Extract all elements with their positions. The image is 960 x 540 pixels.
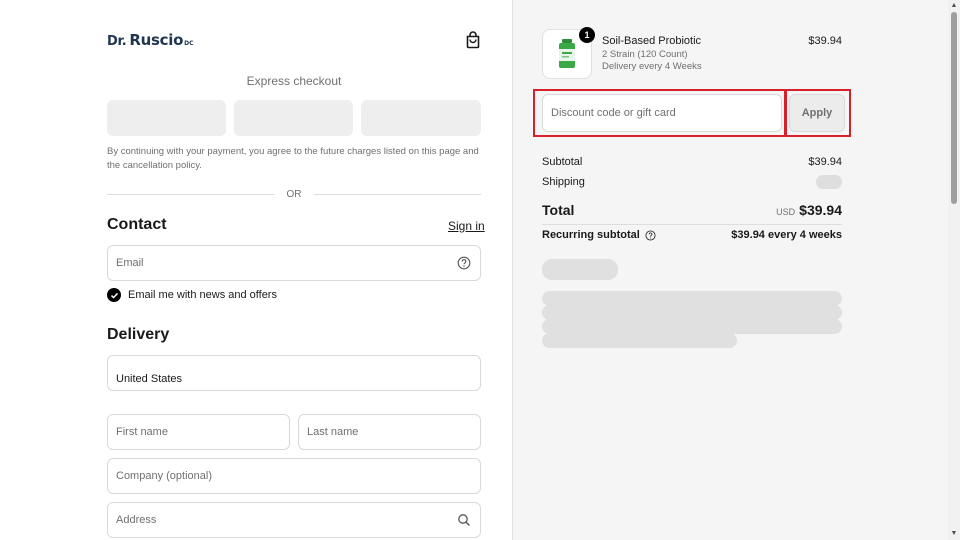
express-agreement-text: By continuing with your payment, you agr… <box>107 146 479 171</box>
loading-skeleton-line <box>542 291 842 306</box>
loading-skeleton-line <box>542 305 842 320</box>
product-price: $39.94 <box>808 35 842 47</box>
country-select[interactable]: United States <box>107 355 481 391</box>
email-input[interactable] <box>108 246 480 280</box>
product-delivery-frequency: Delivery every 4 Weeks <box>602 61 702 72</box>
loading-skeleton-line <box>542 333 737 348</box>
product-variant: 2 Strain (120 Count) <box>602 49 688 60</box>
divider-line <box>107 193 275 195</box>
shipping-loading-placeholder <box>816 175 842 189</box>
express-checkout-title: Express checkout <box>246 74 342 88</box>
scroll-down-arrow-icon[interactable]: ▼ <box>950 530 958 538</box>
first-name-field <box>107 414 290 450</box>
newsletter-option[interactable]: Email me with news and offers <box>107 288 277 302</box>
shipping-row: Shipping <box>542 175 842 189</box>
contact-heading: Contact <box>107 216 167 233</box>
express-pay-button-2[interactable] <box>234 100 353 136</box>
total-currency: USD <box>776 207 796 217</box>
recurring-subtotal-label: Recurring subtotal <box>542 229 640 241</box>
shipping-label: Shipping <box>542 176 585 188</box>
divider-line <box>313 193 481 195</box>
logo-suffix: DC <box>184 40 194 47</box>
total-value-group: USD $39.94 <box>776 202 842 218</box>
discount-field-wrapper <box>542 94 782 132</box>
shopping-bag-icon[interactable] <box>464 31 482 49</box>
apply-discount-button[interactable]: Apply <box>789 94 845 132</box>
product-bottle-image <box>559 39 575 68</box>
company-field <box>107 458 481 494</box>
express-pay-button-3[interactable] <box>361 100 481 136</box>
checkout-form-panel: Dr. Ruscio DC Express checkout By contin… <box>0 0 512 540</box>
subtotal-row: Subtotal $39.94 <box>542 156 842 168</box>
subtotal-value: $39.94 <box>808 156 842 168</box>
newsletter-label: Email me with news and offers <box>128 289 277 301</box>
recurring-label-group: Recurring subtotal <box>542 229 656 241</box>
help-circle-icon[interactable] <box>645 229 656 241</box>
total-row: Total USD $39.94 <box>542 202 842 218</box>
loading-skeleton-line <box>542 319 842 334</box>
last-name-field <box>298 414 481 450</box>
sign-in-link[interactable]: Sign in <box>448 219 485 233</box>
summary-divider <box>542 224 842 225</box>
scrollbar-thumb[interactable] <box>951 12 957 204</box>
last-name-input[interactable] <box>299 415 480 449</box>
logo-dr: Dr. <box>107 34 127 49</box>
scroll-up-arrow-icon[interactable]: ▲ <box>950 2 958 10</box>
discount-code-input[interactable] <box>543 95 781 131</box>
recurring-subtotal-row: Recurring subtotal $39.94 every 4 weeks <box>542 229 842 241</box>
brand-logo[interactable]: Dr. Ruscio DC <box>107 31 193 49</box>
total-label: Total <box>542 202 575 218</box>
total-amount: $39.94 <box>799 202 842 218</box>
page-scrollbar[interactable]: ▲ ▼ <box>948 0 960 540</box>
help-circle-icon[interactable] <box>457 256 471 270</box>
country-value: United States <box>116 373 183 385</box>
product-name: Soil-Based Probiotic <box>602 35 702 47</box>
quantity-badge: 1 <box>579 27 595 43</box>
or-text: OR <box>286 188 302 200</box>
express-pay-button-1[interactable] <box>107 100 226 136</box>
subtotal-label: Subtotal <box>542 156 583 168</box>
company-input[interactable] <box>108 459 480 493</box>
email-field-wrapper <box>107 245 481 281</box>
first-name-input[interactable] <box>108 415 289 449</box>
loading-skeleton-pill <box>542 259 618 280</box>
or-divider: OR <box>107 187 481 201</box>
delivery-heading: Delivery <box>107 326 170 343</box>
address-field <box>107 502 481 538</box>
newsletter-checkbox[interactable] <box>107 288 121 302</box>
recurring-subtotal-value: $39.94 every 4 weeks <box>731 229 842 241</box>
logo-name: Ruscio <box>129 31 184 49</box>
search-icon <box>458 514 470 526</box>
address-input[interactable] <box>108 503 480 537</box>
checkmark-icon <box>110 292 118 299</box>
